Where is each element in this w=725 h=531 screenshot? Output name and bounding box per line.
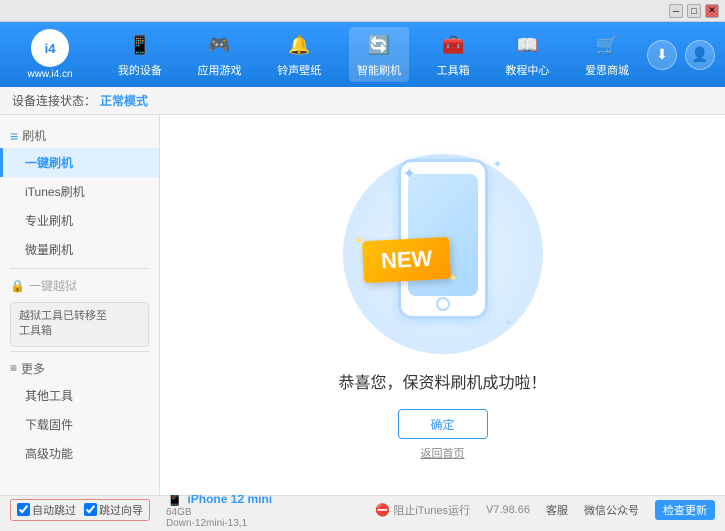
- sidebar-divider-1: [10, 268, 149, 269]
- jailbreak-label: 一键越狱: [29, 277, 77, 294]
- sidebar-item-pro-flash[interactable]: 专业刷机: [0, 206, 159, 235]
- nav-smart-flash[interactable]: 🔄 智能刷机: [349, 27, 409, 82]
- tutorial-icon: 📖: [513, 31, 541, 59]
- nav-tutorial[interactable]: 📖 教程中心: [497, 27, 557, 82]
- advanced-label: 高级功能: [25, 447, 73, 461]
- app-game-label: 应用游戏: [198, 62, 242, 78]
- minimize-button[interactable]: ─: [669, 4, 683, 18]
- itunes-flash-label: iTunes刷机: [25, 185, 85, 199]
- header: i4 www.i4.cn 📱 我的设备 🎮 应用游戏 🔔 铃声壁纸 🔄 智能刷机…: [0, 22, 725, 87]
- sidebar-note-text: 越狱工具已转移至工具箱: [19, 310, 107, 337]
- success-illustration: ✦ NEW ✦ ✦ ✦ ✦: [343, 149, 543, 359]
- logo-text: www.i4.cn: [27, 69, 72, 80]
- sparkle-3: ✦: [504, 318, 512, 329]
- sidebar-item-micro-flash[interactable]: 微量刷机: [0, 235, 159, 264]
- sidebar-item-download-firmware[interactable]: 下载固件: [0, 410, 159, 439]
- status-label: 设备连接状态：: [12, 92, 96, 109]
- sidebar-item-one-click-flash[interactable]: 一键刷机: [0, 148, 159, 177]
- skip-guide-checkbox[interactable]: [84, 503, 97, 516]
- sidebar-item-other-tools[interactable]: 其他工具: [0, 381, 159, 410]
- sidebar-item-advanced[interactable]: 高级功能: [0, 439, 159, 468]
- micro-flash-label: 微量刷机: [25, 243, 73, 257]
- jailbreak-header: 🔒 一键越狱: [0, 273, 159, 298]
- tutorial-label: 教程中心: [505, 62, 549, 78]
- footer-checkbox-group: 自动跳过 跳过向导: [10, 499, 150, 521]
- back-home-link[interactable]: 返回首页: [421, 445, 465, 461]
- maximize-button[interactable]: □: [687, 4, 701, 18]
- toolbox-icon: 🧰: [439, 31, 467, 59]
- logo-icon: i4: [31, 29, 69, 67]
- user-button[interactable]: 👤: [685, 40, 715, 70]
- status-bar: 设备连接状态： 正常模式: [0, 87, 725, 115]
- phone-home-btn: [436, 297, 450, 311]
- itunes-icon: ⛔: [375, 503, 390, 517]
- pro-flash-label: 专业刷机: [25, 214, 73, 228]
- ringtone-label: 铃声壁纸: [277, 62, 321, 78]
- flash-section-icon: ≡: [10, 128, 18, 144]
- close-button[interactable]: ✕: [705, 4, 719, 18]
- other-tools-label: 其他工具: [25, 389, 73, 403]
- lock-icon: 🔒: [10, 279, 25, 293]
- device-storage: 64GB: [166, 507, 272, 518]
- wechat-link[interactable]: 微信公众号: [584, 502, 639, 518]
- update-button[interactable]: 检查更新: [655, 500, 715, 520]
- one-click-flash-label: 一键刷机: [25, 156, 73, 170]
- nav-app-game[interactable]: 🎮 应用游戏: [190, 27, 250, 82]
- status-value: 正常模式: [100, 92, 148, 109]
- sidebar-note: 越狱工具已转移至工具箱: [10, 302, 149, 347]
- confirm-button[interactable]: 确定: [398, 409, 488, 439]
- title-bar: ─ □ ✕: [0, 0, 725, 22]
- smart-flash-icon: 🔄: [365, 31, 393, 59]
- content-area: ✦ NEW ✦ ✦ ✦ ✦ 恭喜您，保资料刷机成功啦！ 确定 返回首页: [160, 115, 725, 495]
- sparkle-1: ✦: [403, 164, 416, 184]
- device-model: Down-12mini-13,1: [166, 518, 272, 529]
- nav-shop[interactable]: 🛒 爱思商城: [577, 27, 637, 82]
- ringtone-icon: 🔔: [285, 31, 313, 59]
- header-right: ⬇ 👤: [647, 40, 715, 70]
- customer-service-link[interactable]: 客服: [546, 502, 568, 518]
- nav-toolbox[interactable]: 🧰 工具箱: [429, 27, 478, 82]
- itunes-status: ⛔ 阻止iTunes运行: [375, 502, 470, 518]
- shop-label: 爱思商城: [585, 62, 629, 78]
- download-firmware-label: 下载固件: [25, 418, 73, 432]
- skip-guide-label: 跳过向导: [99, 502, 143, 518]
- toolbox-label: 工具箱: [437, 62, 470, 78]
- itunes-status-label: 阻止iTunes运行: [393, 502, 470, 518]
- new-badge-text: NEW: [380, 246, 433, 274]
- version-text: V7.98.66: [486, 504, 530, 516]
- more-section-icon: ≡: [10, 361, 17, 375]
- nav-ringtone[interactable]: 🔔 铃声壁纸: [269, 27, 329, 82]
- footer-right: ⛔ 阻止iTunes运行 V7.98.66 客服 微信公众号 检查更新: [375, 500, 715, 520]
- sidebar-item-itunes-flash[interactable]: iTunes刷机: [0, 177, 159, 206]
- sidebar-divider-2: [10, 351, 149, 352]
- flash-section-label: 刷机: [22, 127, 46, 144]
- success-message: 恭喜您，保资料刷机成功啦！: [338, 369, 546, 393]
- app-game-icon: 🎮: [206, 31, 234, 59]
- auto-jump-label: 自动跳过: [32, 502, 76, 518]
- logo-area: i4 www.i4.cn: [10, 29, 90, 80]
- footer: 自动跳过 跳过向导 📱 iPhone 12 mini 64GB Down-12m…: [0, 495, 725, 523]
- main-layout: ≡ 刷机 一键刷机 iTunes刷机 专业刷机 微量刷机 🔒 一键越狱 越狱工具…: [0, 115, 725, 495]
- my-device-label: 我的设备: [118, 62, 162, 78]
- new-banner: ✦ NEW ✦: [361, 237, 450, 284]
- download-button[interactable]: ⬇: [647, 40, 677, 70]
- more-section-header: ≡ 更多: [0, 356, 159, 381]
- sidebar: ≡ 刷机 一键刷机 iTunes刷机 专业刷机 微量刷机 🔒 一键越狱 越狱工具…: [0, 115, 160, 495]
- sparkle-2: ✦: [492, 157, 502, 171]
- nav-my-device[interactable]: 📱 我的设备: [110, 27, 170, 82]
- flash-section-header: ≡ 刷机: [0, 123, 159, 148]
- window-controls: ─ □ ✕: [669, 4, 719, 18]
- nav-bar: 📱 我的设备 🎮 应用游戏 🔔 铃声壁纸 🔄 智能刷机 🧰 工具箱 📖 教程中心…: [100, 27, 647, 82]
- my-device-icon: 📱: [126, 31, 154, 59]
- auto-jump-checkbox[interactable]: [17, 503, 30, 516]
- more-section-label: 更多: [21, 360, 45, 377]
- shop-icon: 🛒: [593, 31, 621, 59]
- smart-flash-label: 智能刷机: [357, 62, 401, 78]
